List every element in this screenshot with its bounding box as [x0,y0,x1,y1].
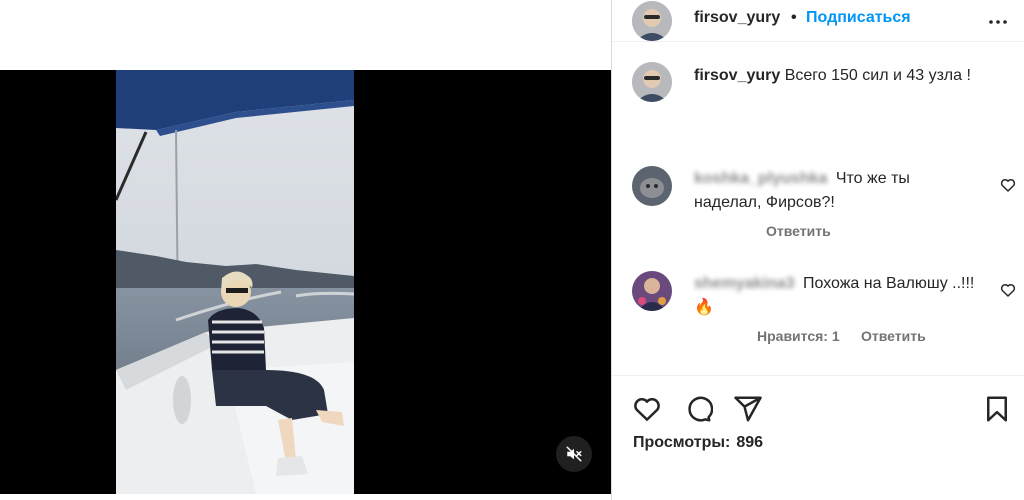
share-icon[interactable] [733,394,763,424]
commenter-avatar[interactable] [632,271,672,311]
commenter-avatar-image [632,166,672,206]
caption-username[interactable]: firsov_yury [694,67,780,84]
video-frame-image [116,70,354,494]
caption-avatar[interactable] [632,62,672,102]
post-header: firsov_yury • Подписаться [612,0,1024,42]
media-bottom-spacer [0,494,612,500]
follow-button[interactable]: Подписаться [806,9,911,27]
views-counter[interactable]: Просмотры: 896 [633,434,763,452]
comment-icon[interactable] [683,394,713,424]
commenter-avatar-image [632,271,672,311]
comment-username[interactable]: koshka_plyushka [694,167,827,191]
commenter-avatar[interactable] [632,166,672,206]
actions-divider [612,375,1024,376]
separator-dot: • [791,9,797,26]
heart-icon[interactable] [632,394,662,424]
speaker-muted-icon [566,446,582,462]
comment-likes-count[interactable]: Нравится: 1 [757,328,840,344]
author-avatar[interactable] [632,1,672,41]
post-details-panel: firsov_yury • Подписаться firsov_yury Вс… [612,0,1024,500]
caption-text-block: firsov_yury Всего 150 сил и 43 узла ! [694,64,1004,88]
caption-avatar-image [632,62,672,102]
video-player[interactable] [116,70,354,494]
author-username[interactable]: firsov_yury [694,9,780,27]
views-label: Просмотры: [633,434,731,451]
caption-body: Всего 150 сил и 43 узла ! [784,67,971,84]
comment-heart-icon[interactable] [999,176,1017,194]
post-media[interactable] [0,70,612,494]
comment-username[interactable]: shemyakina3 [694,272,795,296]
reply-button[interactable]: Ответить [861,328,926,344]
more-horizontal-icon[interactable] [986,10,1010,34]
views-count: 896 [736,434,764,451]
author-avatar-image [632,1,672,41]
comment-text-block: shemyakina3 Похожа на Валюшу ..!!!🔥 [694,272,976,320]
media-top-spacer [0,0,612,70]
bookmark-icon[interactable] [982,394,1012,424]
reply-button[interactable]: Ответить [766,223,831,239]
mute-toggle-button[interactable] [556,436,592,472]
comment-text-block: koshka_plyushka Что же ты наделал, Фирсо… [694,167,976,215]
comment-heart-icon[interactable] [999,281,1017,299]
